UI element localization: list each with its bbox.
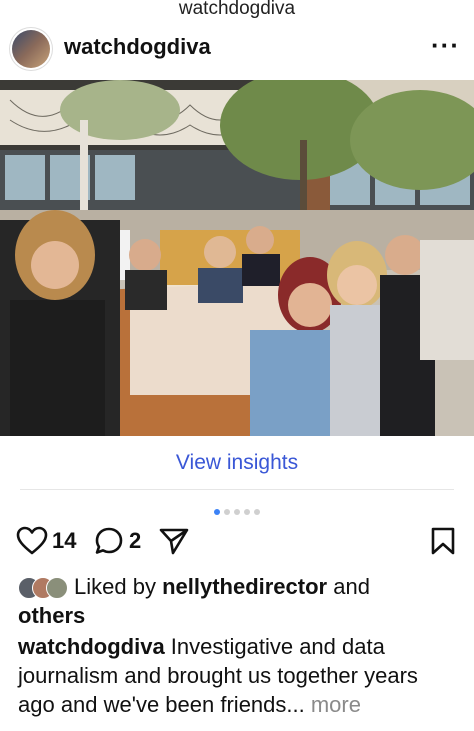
carousel-indicator [0, 502, 474, 515]
post-header: watchdogdiva ··· [0, 24, 474, 72]
liker-avatars[interactable] [18, 577, 74, 599]
carousel-dot [214, 509, 220, 515]
comment-icon[interactable] [94, 526, 124, 556]
heart-icon[interactable] [16, 526, 48, 556]
caption-more-link[interactable]: more [305, 692, 361, 717]
liked-by-row: Liked by nellythedirector and others [18, 572, 458, 630]
more-options-icon[interactable]: ··· [431, 30, 460, 61]
post-actions: 14 2 [0, 520, 474, 564]
status-title: watchdogdiva [178, 0, 296, 19]
liked-by-others-link[interactable]: others [18, 603, 85, 628]
carousel-dot [224, 509, 230, 515]
liked-by-prefix: Liked by [74, 574, 163, 599]
post-photo[interactable] [0, 80, 474, 436]
liked-by-user-link[interactable]: nellythedirector [162, 574, 327, 599]
profile-avatar[interactable] [12, 30, 50, 68]
carousel-dot [254, 509, 260, 515]
carousel-dot [234, 509, 240, 515]
likes-count[interactable]: 14 [52, 528, 76, 554]
divider [20, 489, 454, 490]
restaurant-group-photo [0, 80, 474, 436]
liked-by-suffix: and [327, 574, 370, 599]
post-username[interactable]: watchdogdiva [64, 34, 211, 60]
bookmark-icon[interactable] [430, 526, 456, 556]
caption-username-link[interactable]: watchdogdiva [18, 634, 165, 659]
avatar [46, 577, 68, 599]
comments-count[interactable]: 2 [129, 528, 141, 554]
view-insights-link[interactable]: View insights [0, 446, 474, 480]
carousel-dot [244, 509, 250, 515]
post-caption: watchdogdiva Investigative and data jour… [18, 632, 458, 719]
send-icon[interactable] [158, 526, 190, 556]
